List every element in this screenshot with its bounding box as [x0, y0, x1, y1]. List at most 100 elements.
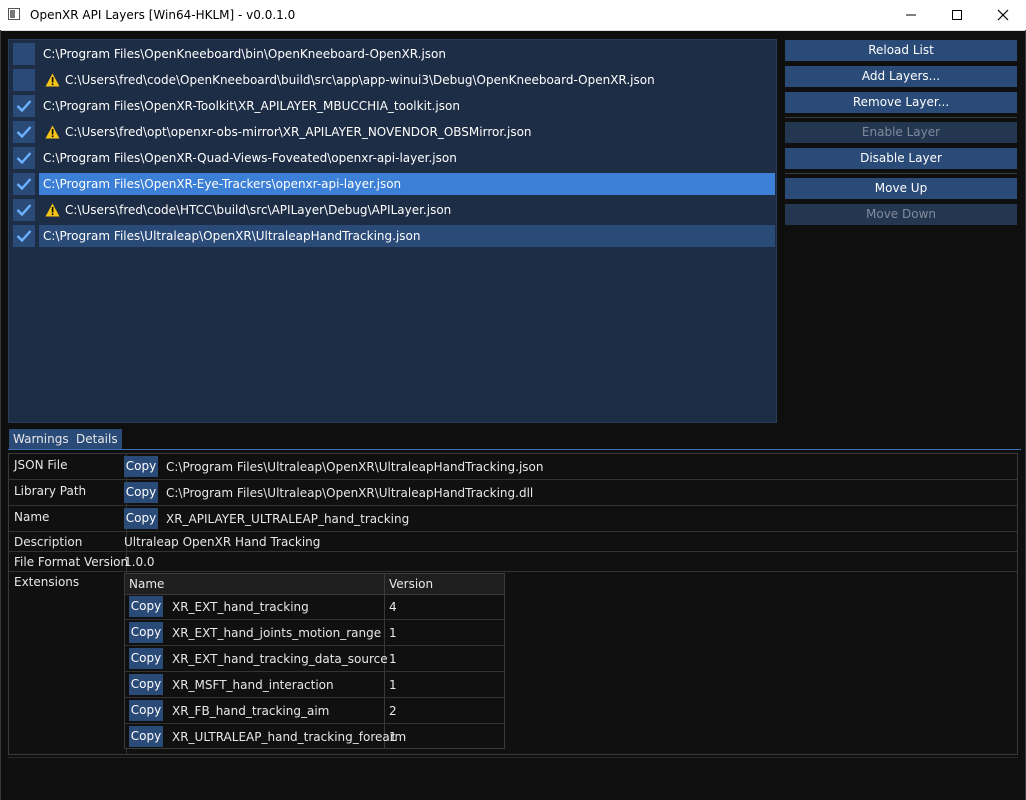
layer-row[interactable]: C:\Program Files\OpenXR-Toolkit\XR_APILA… — [9, 93, 776, 119]
layer-row-label-area[interactable]: C:\Program Files\Ultraleap\OpenXR\Ultral… — [39, 225, 775, 247]
layer-row[interactable]: C:\Program Files\OpenXR-Quad-Views-Fovea… — [9, 145, 776, 171]
layer-path: C:\Program Files\Ultraleap\OpenXR\Ultral… — [43, 229, 421, 243]
details-panel: JSON File Copy C:\Program Files\Ultralea… — [8, 453, 1018, 755]
window-title: OpenXR API Layers [Win64-HKLM] - v0.0.1.… — [30, 8, 296, 22]
checkmark-icon — [16, 178, 32, 191]
layer-row-label-area[interactable]: C:\Users\fred\code\OpenKneeboard\build\s… — [39, 69, 776, 91]
layer-enabled-checkbox[interactable] — [13, 69, 35, 91]
layer-enabled-checkbox[interactable] — [13, 43, 35, 65]
warning-icon — [45, 203, 60, 217]
window-frame-left — [0, 30, 1, 800]
copy-json-file-button[interactable]: Copy — [124, 456, 158, 477]
details-row-divider — [9, 531, 1017, 532]
extension-row: Copy XR_MSFT_hand_interaction 1 — [125, 672, 504, 698]
remove-layer-button[interactable]: Remove Layer... — [785, 92, 1017, 113]
button-separator — [785, 117, 1017, 118]
layer-row-selected[interactable]: C:\Program Files\OpenXR-Eye-Trackers\ope… — [9, 171, 776, 197]
layer-path: C:\Program Files\OpenXR-Eye-Trackers\ope… — [43, 177, 402, 191]
layer-path: C:\Users\fred\code\OpenKneeboard\build\s… — [65, 73, 655, 87]
move-up-button[interactable]: Move Up — [785, 178, 1017, 199]
layer-row-label-area[interactable]: C:\Program Files\OpenXR-Toolkit\XR_APILA… — [39, 95, 776, 117]
layer-enabled-checkbox[interactable] — [13, 199, 35, 221]
copy-extension-button[interactable]: Copy — [129, 700, 163, 721]
layer-row-label-area[interactable]: C:\Program Files\OpenKneeboard\bin\OpenK… — [39, 43, 776, 65]
warning-icon — [45, 125, 60, 139]
checkmark-icon — [16, 100, 32, 113]
name-value: XR_APILAYER_ULTRALEAP_hand_tracking — [166, 512, 410, 526]
copy-name-button[interactable]: Copy — [124, 508, 158, 529]
disable-layer-button[interactable]: Disable Layer — [785, 148, 1017, 169]
layer-enabled-checkbox[interactable] — [13, 95, 35, 117]
tab-underline — [8, 449, 1021, 450]
extension-version: 4 — [389, 600, 397, 614]
tab-details[interactable]: Details — [72, 429, 122, 449]
extension-row: Copy XR_EXT_hand_joints_motion_range 1 — [125, 620, 504, 646]
layer-enabled-checkbox[interactable] — [13, 173, 35, 195]
json-file-value: C:\Program Files\Ultraleap\OpenXR\Ultral… — [166, 460, 544, 474]
name-label: Name — [14, 510, 50, 524]
copy-library-path-button[interactable]: Copy — [124, 482, 158, 503]
minimize-icon — [906, 14, 916, 16]
extension-name: XR_FB_hand_tracking_aim — [172, 704, 330, 718]
copy-extension-button[interactable]: Copy — [129, 648, 163, 669]
extension-row: Copy XR_ULTRALEAP_hand_tracking_forearm … — [125, 724, 504, 750]
layer-row[interactable]: C:\Users\fred\code\OpenKneeboard\build\s… — [9, 67, 776, 93]
extension-name: XR_ULTRALEAP_hand_tracking_forearm — [172, 730, 407, 744]
layer-row[interactable]: C:\Program Files\Ultraleap\OpenXR\Ultral… — [9, 223, 776, 249]
file-format-version-value: 1.0.0 — [124, 555, 155, 569]
close-button[interactable] — [980, 0, 1026, 30]
copy-extension-button[interactable]: Copy — [129, 674, 163, 695]
description-label: Description — [14, 535, 83, 549]
layer-enabled-checkbox[interactable] — [13, 121, 35, 143]
warning-icon — [45, 73, 60, 87]
extension-name: XR_EXT_hand_tracking_data_source — [172, 652, 388, 666]
layer-row-label-area[interactable]: C:\Program Files\OpenXR-Quad-Views-Fovea… — [39, 147, 776, 169]
details-row-divider — [9, 479, 1017, 480]
checkmark-icon — [16, 126, 32, 139]
extension-row: Copy XR_EXT_hand_tracking 4 — [125, 594, 504, 620]
layer-path: C:\Program Files\OpenXR-Quad-Views-Fovea… — [43, 151, 457, 165]
details-row-divider — [9, 505, 1017, 506]
app-icon — [8, 8, 20, 20]
add-layers-button[interactable]: Add Layers... — [785, 66, 1017, 87]
reload-list-button[interactable]: Reload List — [785, 40, 1017, 61]
copy-extension-button[interactable]: Copy — [129, 622, 163, 643]
extension-version: 1 — [389, 730, 397, 744]
minimize-button[interactable] — [888, 0, 934, 30]
layer-row[interactable]: C:\Users\fred\code\HTCC\build\src\APILay… — [9, 197, 776, 223]
layer-row[interactable]: C:\Program Files\OpenKneeboard\bin\OpenK… — [9, 41, 776, 67]
extension-version: 1 — [389, 678, 397, 692]
layer-enabled-checkbox[interactable] — [13, 147, 35, 169]
maximize-button[interactable] — [934, 0, 980, 30]
extension-version: 1 — [389, 652, 397, 666]
layer-path: C:\Users\fred\code\HTCC\build\src\APILay… — [65, 203, 452, 217]
checkmark-icon — [16, 152, 32, 165]
bottom-divider — [8, 757, 1018, 758]
enable-layer-button[interactable]: Enable Layer — [785, 122, 1017, 143]
layer-path: C:\Program Files\OpenKneeboard\bin\OpenK… — [43, 47, 447, 61]
json-file-label: JSON File — [14, 458, 68, 472]
move-down-button[interactable]: Move Down — [785, 204, 1017, 225]
title-bar: OpenXR API Layers [Win64-HKLM] - v0.0.1.… — [0, 0, 1026, 31]
layer-row[interactable]: C:\Users\fred\opt\openxr-obs-mirror\XR_A… — [9, 119, 776, 145]
details-row-divider — [9, 571, 1017, 572]
checkmark-icon — [16, 230, 32, 243]
extension-name: XR_EXT_hand_tracking — [172, 600, 309, 614]
file-format-version-label: File Format Version — [14, 555, 129, 569]
extension-version: 1 — [389, 626, 397, 640]
tab-warnings[interactable]: Warnings — [9, 429, 73, 449]
extension-row: Copy XR_EXT_hand_tracking_data_source 1 — [125, 646, 504, 672]
button-separator — [785, 173, 1017, 174]
extensions-label: Extensions — [14, 575, 80, 589]
extensions-table-header: Name Version — [125, 574, 504, 595]
layer-row-label-area[interactable]: C:\Users\fred\code\HTCC\build\src\APILay… — [39, 199, 776, 221]
layer-row-label-area[interactable]: C:\Users\fred\opt\openxr-obs-mirror\XR_A… — [39, 121, 776, 143]
layer-list[interactable]: C:\Program Files\OpenKneeboard\bin\OpenK… — [8, 39, 777, 423]
copy-extension-button[interactable]: Copy — [129, 726, 163, 747]
description-value: Ultraleap OpenXR Hand Tracking — [124, 535, 321, 549]
extension-row: Copy XR_FB_hand_tracking_aim 2 — [125, 698, 504, 724]
layer-path: C:\Users\fred\opt\openxr-obs-mirror\XR_A… — [65, 125, 532, 139]
layer-enabled-checkbox[interactable] — [13, 225, 35, 247]
layer-row-label-area[interactable]: C:\Program Files\OpenXR-Eye-Trackers\ope… — [39, 173, 775, 195]
copy-extension-button[interactable]: Copy — [129, 596, 163, 617]
